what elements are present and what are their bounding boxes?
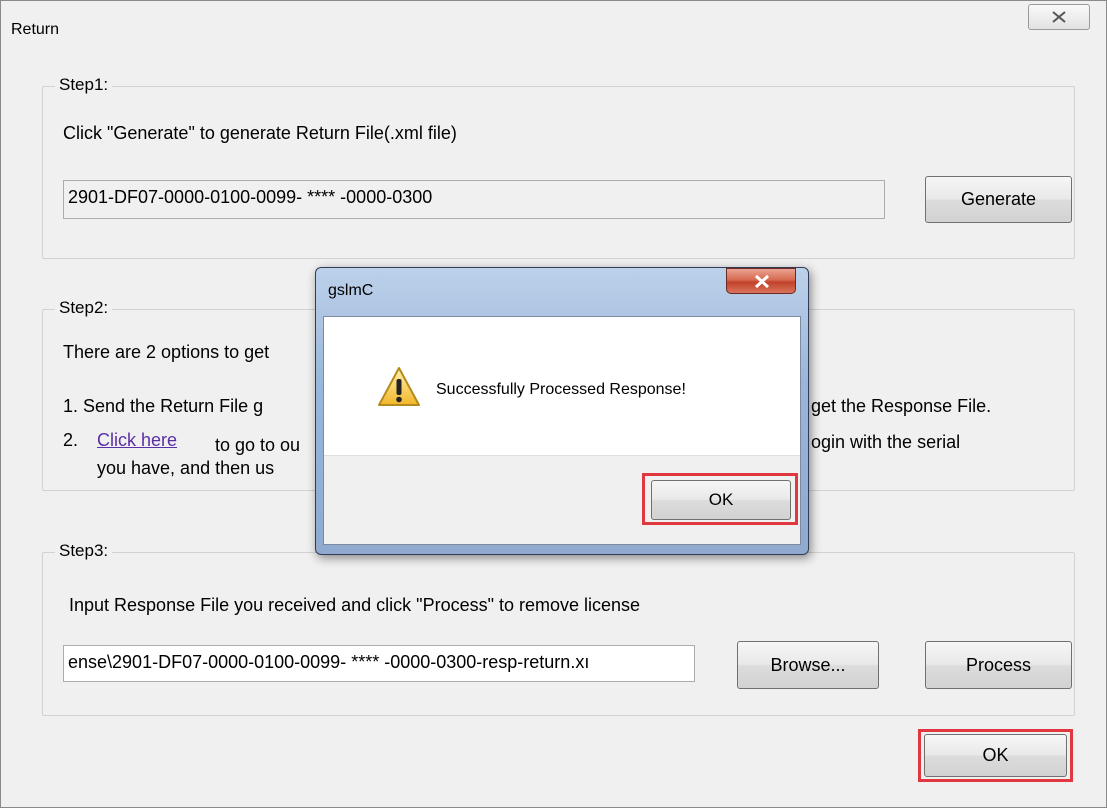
title-bar: Return [1, 1, 1106, 51]
step2-option2-right: ogin with the serial [811, 432, 961, 452]
dialog-close-button[interactable] [726, 268, 796, 294]
step2-option1-right: get the Response File. [811, 396, 992, 416]
step2-option2-line2: you have, and then us [97, 458, 275, 478]
dialog-client: Successfully Processed Response! OK [323, 316, 801, 545]
step2-intro: There are 2 options to get [63, 342, 270, 362]
dialog-footer: OK [324, 455, 800, 544]
highlight-dialog-ok [642, 473, 798, 525]
window-title: Return [11, 21, 60, 38]
step2-legend: Step2: [55, 298, 113, 318]
click-here-link[interactable]: Click here [97, 430, 177, 451]
browse-button[interactable]: Browse... [737, 641, 879, 689]
window-close-button[interactable] [1028, 4, 1090, 30]
close-icon [754, 274, 770, 289]
warning-icon [378, 367, 420, 406]
generate-button[interactable]: Generate [925, 176, 1072, 223]
message-dialog: gslmC Successfully Processed Response! O… [315, 267, 809, 555]
step2-option2-left: to go to ou [215, 435, 301, 455]
step2-option2-number: 2. [63, 430, 79, 450]
step1-group: Step1: Click "Generate" to generate Retu… [42, 75, 1075, 259]
response-file-input[interactable]: ense\2901-DF07-0000-0100-0099- **** -000… [63, 645, 695, 682]
step1-instruction: Click "Generate" to generate Return File… [63, 123, 457, 143]
step3-instruction: Input Response File you received and cli… [69, 595, 641, 615]
process-button[interactable]: Process [925, 641, 1072, 689]
close-icon [1052, 11, 1066, 23]
step2-option1-left: 1. Send the Return File g [63, 396, 264, 416]
highlight-main-ok [918, 729, 1073, 782]
serial-field[interactable]: 2901-DF07-0000-0100-0099- **** -0000-030… [63, 180, 885, 219]
dialog-message: Successfully Processed Response! [436, 381, 686, 398]
step3-legend: Step3: [55, 541, 113, 561]
dialog-title: gslmC [328, 282, 374, 299]
step1-legend: Step1: [55, 75, 113, 95]
return-window: Return Step1: Click "Generate" to genera… [0, 0, 1107, 808]
step3-group: Step3: Input Response File you received … [42, 541, 1075, 716]
